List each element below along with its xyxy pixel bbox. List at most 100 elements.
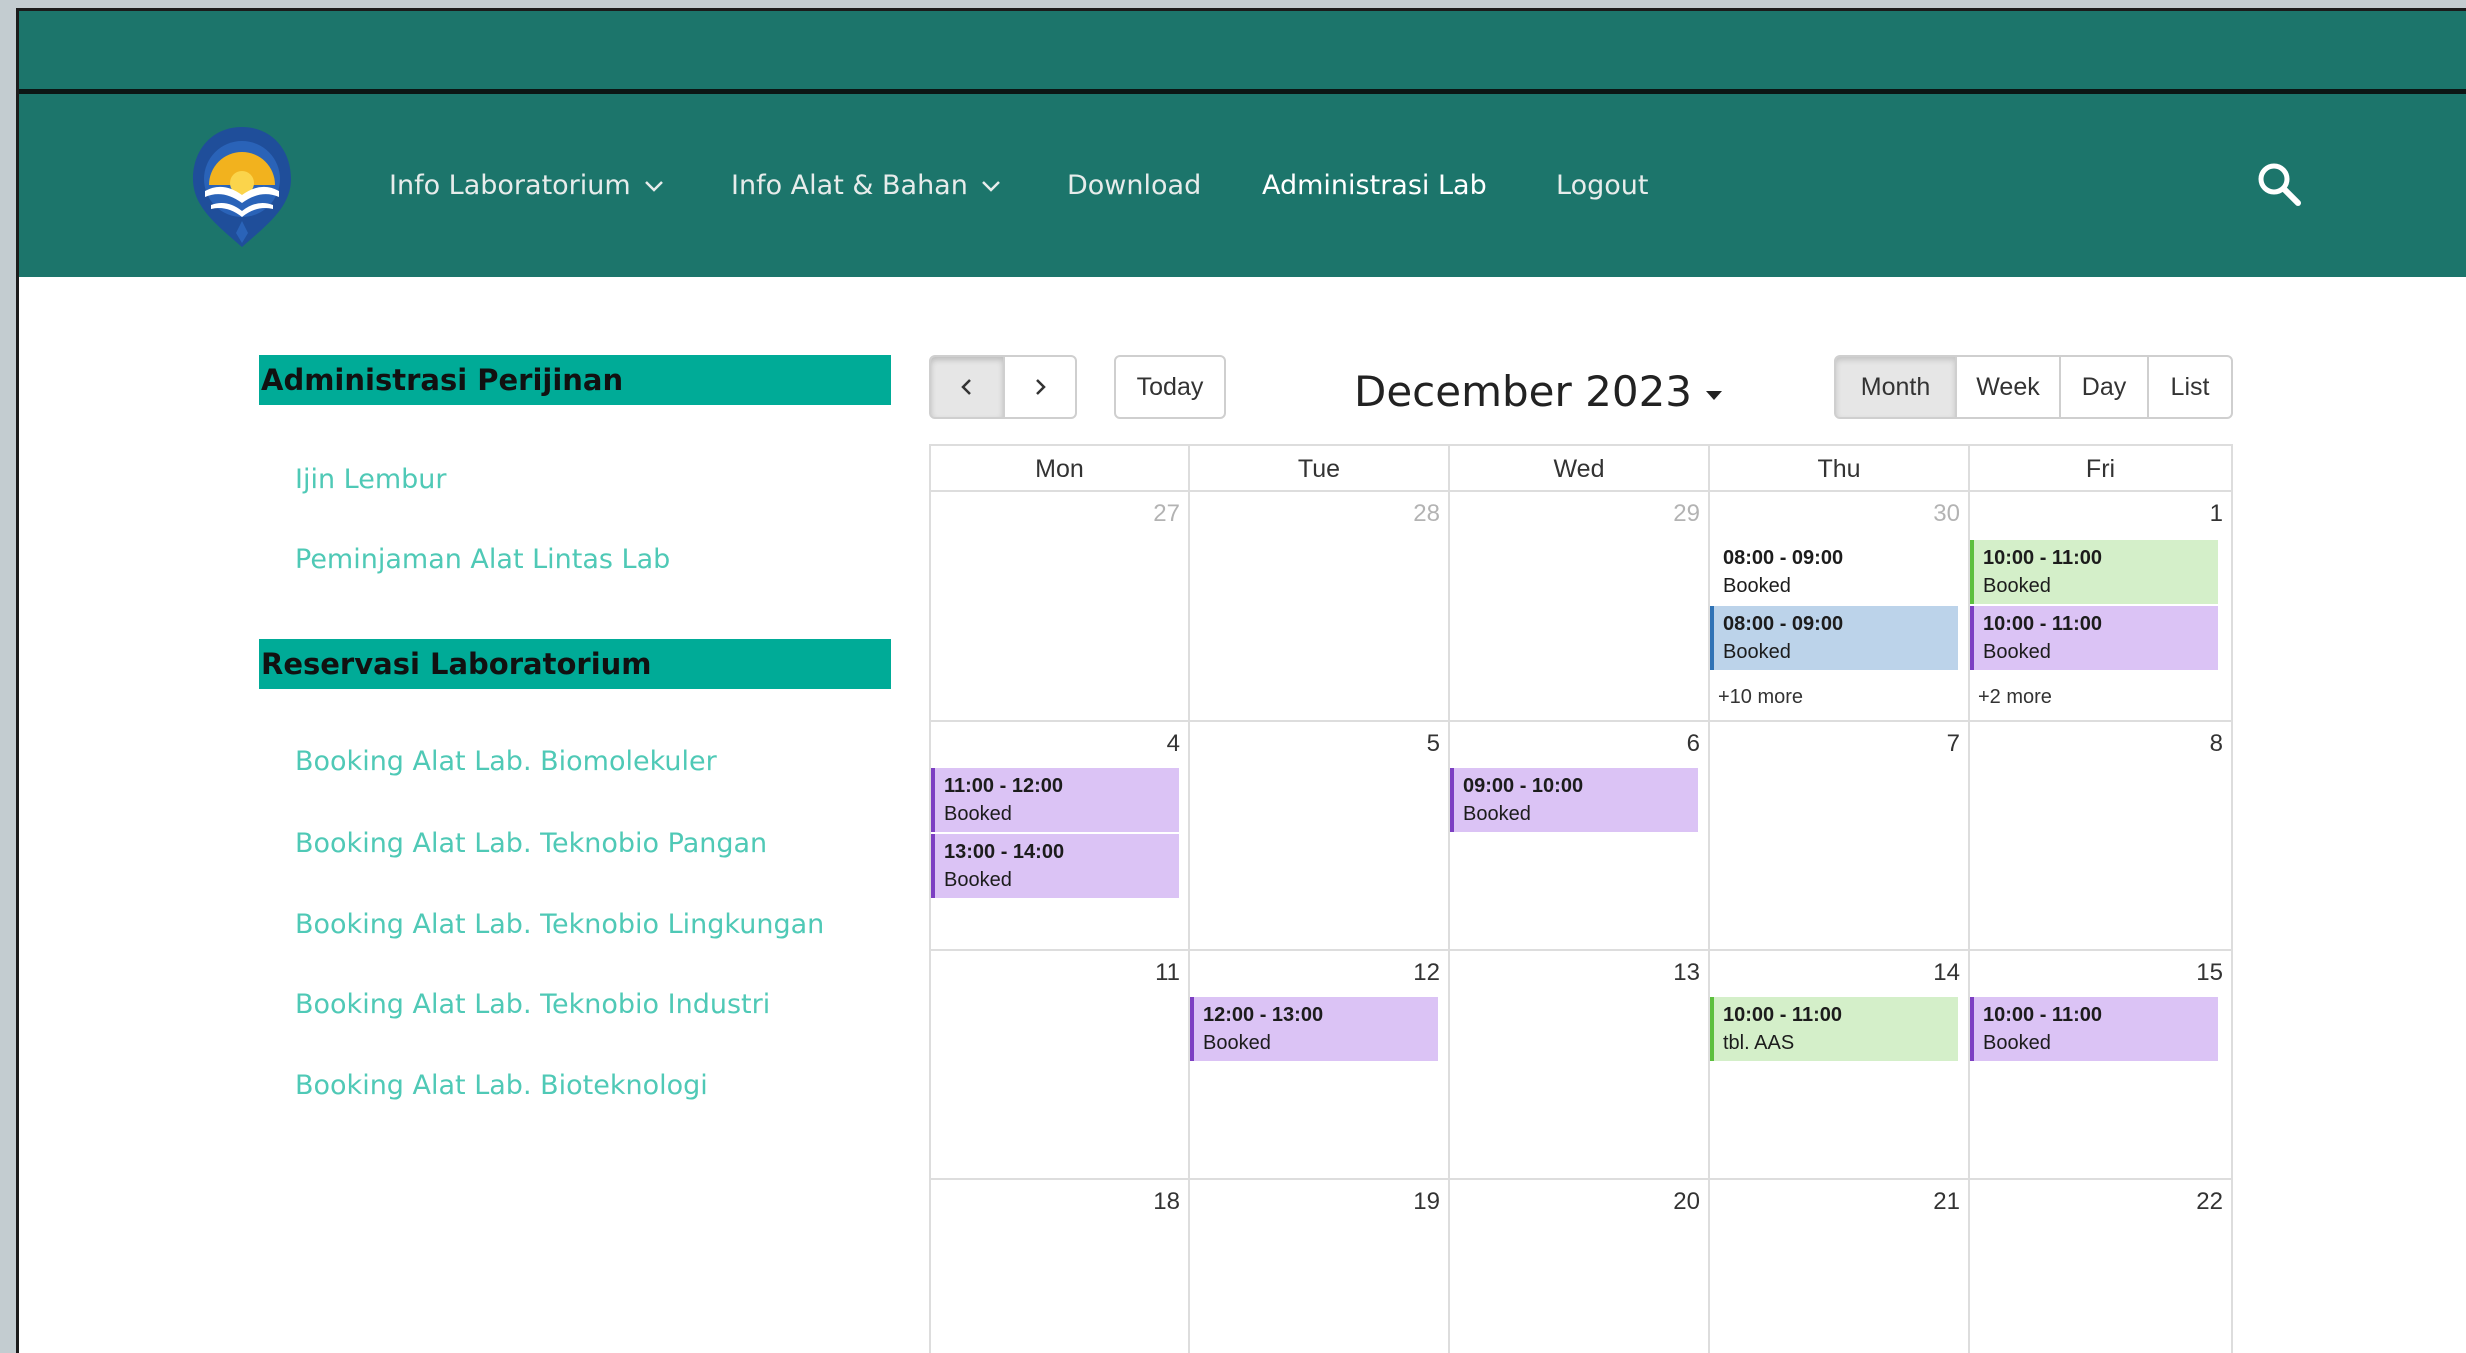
university-logo[interactable]: [189, 125, 295, 249]
nav-logout[interactable]: Logout: [1556, 166, 1648, 206]
calendar-event[interactable]: 11:00 - 12:00 Booked: [931, 768, 1179, 832]
event-time: 08:00 - 09:00: [1723, 547, 1844, 569]
nav-label: Download: [1067, 170, 1202, 201]
calendar-title[interactable]: December 2023: [1354, 366, 1723, 416]
day-number[interactable]: 20: [1673, 1188, 1700, 1216]
calendar-event[interactable]: 08:00 - 09:00 Booked: [1710, 540, 1958, 604]
caret-down-icon: [1706, 390, 1723, 400]
day-number[interactable]: 19: [1413, 1188, 1440, 1216]
nav-info-laboratorium[interactable]: Info Laboratorium: [389, 166, 665, 206]
day-number[interactable]: 1: [2210, 500, 2223, 528]
sidebar-link-booking-biomolekuler[interactable]: Booking Alat Lab. Biomolekuler: [295, 743, 717, 781]
nav-administrasi-lab[interactable]: Administrasi Lab: [1262, 166, 1487, 206]
day-cell[interactable]: 30 08:00 - 09:00 Booked 08:00 - 09:00 Bo…: [1710, 492, 1970, 722]
calendar-event[interactable]: 10:00 - 11:00 Booked: [1970, 997, 2218, 1061]
sidebar-link-booking-teknobio-industri[interactable]: Booking Alat Lab. Teknobio Industri: [295, 986, 770, 1024]
day-number[interactable]: 28: [1413, 500, 1440, 528]
event-title: tbl. AAS: [1723, 1032, 1795, 1054]
day-cell[interactable]: 29: [1450, 492, 1710, 722]
day-number[interactable]: 30: [1933, 500, 1960, 528]
day-number[interactable]: 22: [2196, 1188, 2223, 1216]
sidebar-link-booking-teknobio-pangan[interactable]: Booking Alat Lab. Teknobio Pangan: [295, 825, 767, 863]
search-icon[interactable]: [2255, 160, 2303, 208]
day-cell[interactable]: 6 09:00 - 10:00 Booked: [1450, 722, 1710, 951]
day-cell[interactable]: 21: [1710, 1180, 1970, 1353]
more-events-link[interactable]: +2 more: [1978, 686, 2052, 709]
day-cell[interactable]: 8: [1970, 722, 2233, 951]
day-cell[interactable]: 27: [931, 492, 1190, 722]
day-number[interactable]: 18: [1153, 1188, 1180, 1216]
browser-viewport: Info Laboratorium Info Alat & Bahan Down…: [16, 8, 2466, 1353]
day-cell[interactable]: 19: [1190, 1180, 1450, 1353]
nav-label: Logout: [1556, 170, 1649, 201]
day-cell[interactable]: 7: [1710, 722, 1970, 951]
day-number[interactable]: 12: [1413, 959, 1440, 987]
calendar-event[interactable]: 10:00 - 11:00 tbl. AAS: [1710, 997, 1958, 1061]
day-cell[interactable]: 5: [1190, 722, 1450, 951]
day-cell[interactable]: 13: [1450, 951, 1710, 1180]
day-cell[interactable]: 1 10:00 - 11:00 Booked 10:00 - 11:00 Boo…: [1970, 492, 2233, 722]
day-number[interactable]: 11: [1155, 959, 1180, 987]
day-cell[interactable]: 18: [931, 1180, 1190, 1353]
event-time: 10:00 - 11:00: [1723, 1004, 1842, 1026]
nav-label: Administrasi Lab: [1262, 170, 1487, 201]
calendar-event[interactable]: 09:00 - 10:00 Booked: [1450, 768, 1698, 832]
sidebar-link-booking-bioteknologi[interactable]: Booking Alat Lab. Bioteknologi: [295, 1067, 708, 1105]
day-number[interactable]: 29: [1673, 500, 1700, 528]
day-number[interactable]: 13: [1673, 959, 1700, 987]
event-title: Booked: [1983, 1032, 2051, 1054]
event-time: 10:00 - 11:00: [1983, 613, 2102, 635]
calendar-event[interactable]: 10:00 - 11:00 Booked: [1970, 540, 2218, 604]
day-cell[interactable]: 15 10:00 - 11:00 Booked: [1970, 951, 2233, 1180]
event-title: Booked: [1723, 575, 1791, 597]
weekday-header: Tue: [1190, 446, 1450, 492]
calendar-event[interactable]: 08:00 - 09:00 Booked: [1710, 606, 1958, 670]
day-number[interactable]: 7: [1947, 730, 1960, 758]
nav-download[interactable]: Download: [1067, 166, 1201, 206]
weekday-header: Fri: [1970, 446, 2233, 492]
nav-label: Info Laboratorium: [389, 170, 631, 201]
weekday-header: Thu: [1710, 446, 1970, 492]
nav-label: Info Alat & Bahan: [731, 170, 968, 201]
day-number[interactable]: 27: [1153, 500, 1180, 528]
event-title: Booked: [1983, 575, 2051, 597]
day-number[interactable]: 21: [1933, 1188, 1960, 1216]
day-number[interactable]: 5: [1427, 730, 1440, 758]
chevron-right-icon: [1036, 379, 1046, 395]
day-cell[interactable]: 11: [931, 951, 1190, 1180]
sidebar-link-ijin-lembur[interactable]: Ijin Lembur: [295, 461, 447, 499]
event-title: Booked: [944, 869, 1012, 891]
day-cell[interactable]: 14 10:00 - 11:00 tbl. AAS: [1710, 951, 1970, 1180]
prev-month-button[interactable]: [929, 355, 1005, 419]
sidebar-link-peminjaman-alat[interactable]: Peminjaman Alat Lintas Lab: [295, 541, 670, 579]
sidebar-link-booking-teknobio-lingkungan[interactable]: Booking Alat Lab. Teknobio Lingkungan: [295, 906, 824, 944]
day-cell[interactable]: 28: [1190, 492, 1450, 722]
day-cell[interactable]: 4 11:00 - 12:00 Booked 13:00 - 14:00 Boo…: [931, 722, 1190, 951]
day-cell[interactable]: 22: [1970, 1180, 2233, 1353]
calendar-event[interactable]: 13:00 - 14:00 Booked: [931, 834, 1179, 898]
event-title: Booked: [944, 803, 1012, 825]
nav-info-alat-bahan[interactable]: Info Alat & Bahan: [731, 166, 1002, 206]
sidebar-heading-administrasi-perijinan: Administrasi Perijinan: [259, 355, 891, 405]
chevron-down-icon: [981, 181, 1000, 192]
calendar-event[interactable]: 10:00 - 11:00 Booked: [1970, 606, 2218, 670]
day-number[interactable]: 14: [1933, 959, 1960, 987]
next-month-button[interactable]: [1003, 355, 1077, 419]
day-number[interactable]: 6: [1687, 730, 1700, 758]
view-week-button[interactable]: Week: [1955, 355, 2061, 419]
day-number[interactable]: 15: [2196, 959, 2223, 987]
more-events-link[interactable]: +10 more: [1718, 686, 1803, 709]
view-month-button[interactable]: Month: [1834, 355, 1957, 419]
view-list-button[interactable]: List: [2147, 355, 2233, 419]
calendar-grid: Mon Tue Wed Thu Fri 27 28 29 30 08:00 - …: [929, 444, 2233, 1353]
day-cell[interactable]: 12 12:00 - 13:00 Booked: [1190, 951, 1450, 1180]
day-number[interactable]: 4: [1167, 730, 1180, 758]
day-cell[interactable]: 20: [1450, 1180, 1710, 1353]
day-number[interactable]: 8: [2210, 730, 2223, 758]
calendar-month-label: December 2023: [1354, 366, 1693, 416]
event-title: Booked: [1723, 641, 1791, 663]
event-time: 08:00 - 09:00: [1723, 613, 1844, 635]
today-button[interactable]: Today: [1114, 355, 1226, 419]
calendar-event[interactable]: 12:00 - 13:00 Booked: [1190, 997, 1438, 1061]
view-day-button[interactable]: Day: [2059, 355, 2149, 419]
